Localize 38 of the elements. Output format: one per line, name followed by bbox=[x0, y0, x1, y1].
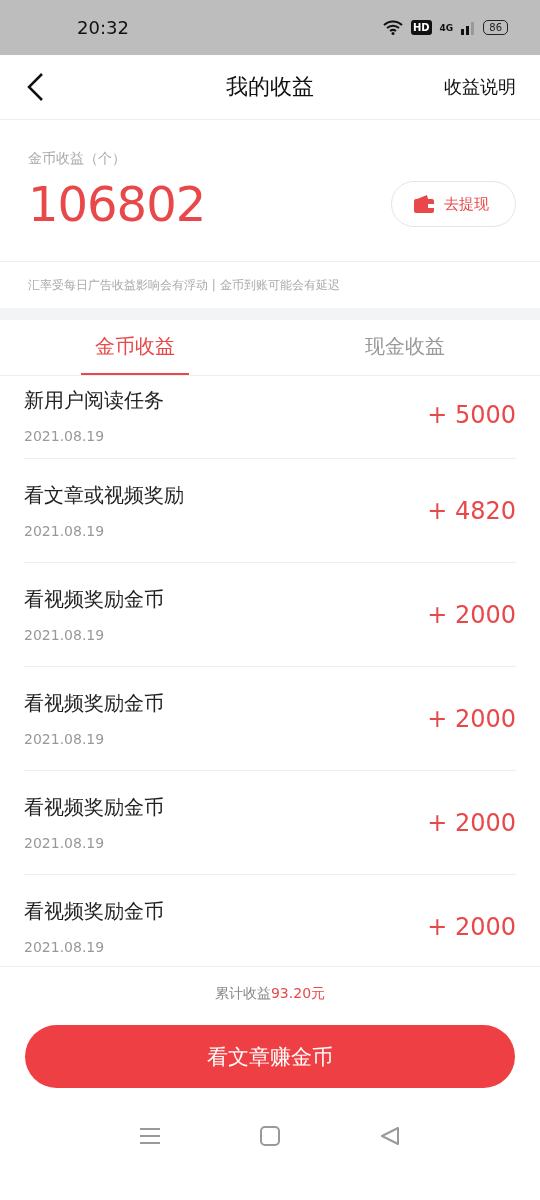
coin-reward: + 2000 bbox=[427, 912, 516, 941]
battery-level: 86 bbox=[483, 20, 508, 35]
coin-amount: 106802 bbox=[28, 176, 206, 232]
record-date: 2021.08.19 bbox=[24, 939, 106, 955]
read-articles-button[interactable]: 看文章赚金币 bbox=[25, 1025, 515, 1088]
network-type: 4G bbox=[439, 22, 454, 33]
record-title: 看文章或视频奖励 bbox=[24, 482, 185, 509]
coin-reward: + 5000 bbox=[427, 401, 516, 429]
coin-earnings-label: 金币收益（个） bbox=[28, 150, 127, 168]
record-title: 新用户阅读任务 bbox=[24, 386, 165, 414]
record-date: 2021.08.19 bbox=[24, 835, 106, 851]
tab[interactable]: 现金收益 bbox=[351, 320, 459, 375]
record-title: 看视频奖励金币 bbox=[24, 898, 165, 925]
record-title: 看视频奖励金币 bbox=[24, 794, 165, 821]
record-title: 看视频奖励金币 bbox=[24, 690, 165, 717]
coin-reward: + 2000 bbox=[427, 600, 516, 629]
wifi-icon bbox=[382, 20, 403, 35]
signal-icon bbox=[461, 20, 476, 35]
coin-reward: + 2000 bbox=[427, 808, 516, 837]
coin-reward: + 2000 bbox=[427, 704, 516, 733]
record-date: 2021.08.19 bbox=[24, 523, 106, 539]
coin-reward: + 4820 bbox=[427, 496, 516, 525]
clock-time: 20:32 bbox=[77, 17, 130, 38]
earnings-info-link[interactable]: 收益说明 bbox=[444, 75, 516, 99]
record-date: 2021.08.19 bbox=[24, 627, 106, 643]
hd-badge: HD bbox=[410, 20, 432, 35]
record-date: 2021.08.19 bbox=[24, 731, 106, 747]
record-title: 看视频奖励金币 bbox=[24, 586, 165, 613]
withdraw-button[interactable]: 去提现 bbox=[391, 181, 516, 227]
tab[interactable]: 金币收益 bbox=[81, 320, 189, 375]
record-date: 2021.08.19 bbox=[24, 427, 106, 444]
page-title: 我的收益 bbox=[226, 74, 314, 99]
wallet-icon bbox=[414, 195, 434, 213]
total-earnings-value: 93.20元 bbox=[270, 985, 326, 1001]
total-earnings-label: 累计收益 bbox=[214, 985, 271, 1001]
exchange-rate-note: 汇率受每日广告收益影响会有浮动 | 金币到账可能会有延迟 bbox=[28, 276, 340, 294]
menu-icon[interactable] bbox=[140, 1127, 160, 1145]
home-icon[interactable] bbox=[260, 1126, 280, 1146]
